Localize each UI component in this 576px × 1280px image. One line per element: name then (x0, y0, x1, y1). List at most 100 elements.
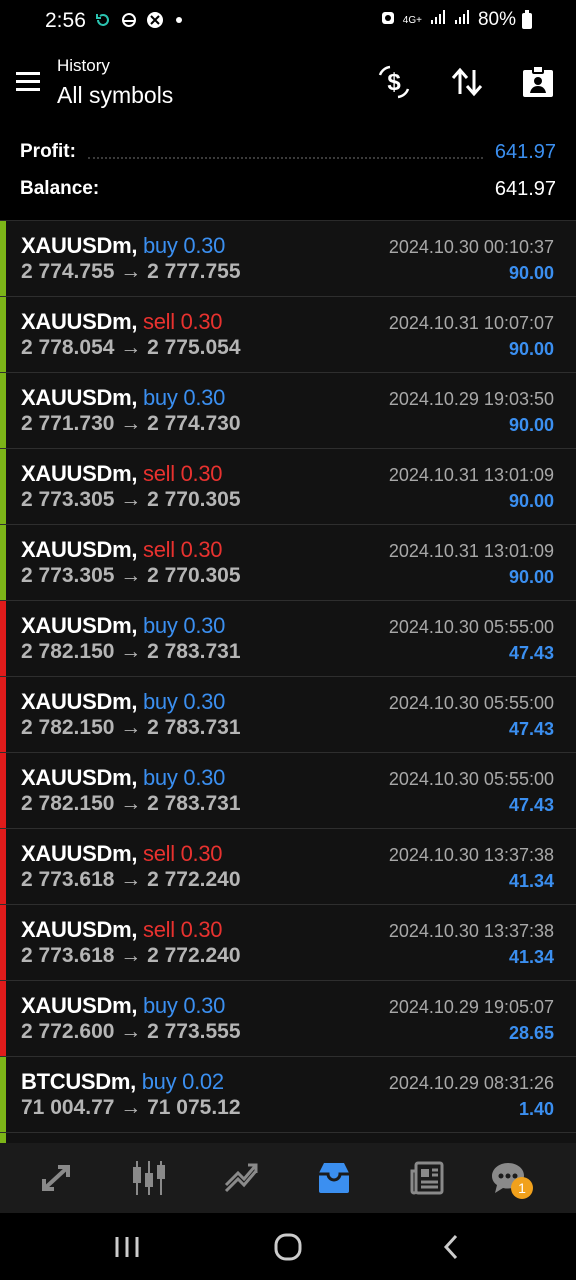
trade-result-bar (0, 981, 6, 1056)
trade-result-bar (0, 601, 6, 676)
trade-time: 2024.10.30 05:55:00 (388, 693, 554, 713)
trade-header: XAUUSDm, buy 0.30 (21, 765, 225, 791)
signal-icon-2 (454, 9, 470, 31)
trade-profit: 90.00 (508, 491, 554, 511)
trade-row[interactable]: XAUUSDm, buy 0.30 (0, 1133, 576, 1143)
trade-header: XAUUSDm, buy 0.30 (21, 233, 225, 259)
trade-header: XAUUSDm, buy 0.30 (21, 993, 225, 1019)
trade-row[interactable]: XAUUSDm, buy 0.30 2 782.150 → 2 783.731 20… (0, 601, 576, 677)
header-title[interactable]: All symbols (57, 82, 173, 109)
trade-result-bar (0, 1133, 6, 1143)
bottom-navigation: 1 (0, 1143, 576, 1213)
trade-result-bar (0, 905, 6, 980)
chart-icon[interactable] (126, 1155, 172, 1201)
quotes-icon[interactable] (34, 1155, 80, 1201)
trade-prices: 2 782.150 → 2 783.731 (21, 792, 241, 815)
trade-type: buy 0.30 (143, 689, 226, 714)
trade-prices: 2 778.054 → 2 775.054 (21, 336, 241, 359)
trade-time: 2024.10.29 19:03:50 (388, 389, 554, 409)
sync-icon (94, 11, 112, 29)
trade-type: buy 0.02 (141, 1069, 224, 1094)
trade-result-bar (0, 373, 6, 448)
trade-row[interactable]: XAUUSDm, sell 0.30 2 773.618 → 2 772.240 2… (0, 905, 576, 981)
trade-row[interactable]: XAUUSDm, buy 0.30 2 782.150 → 2 783.731 20… (0, 753, 576, 829)
recent-apps-icon[interactable] (112, 1231, 142, 1263)
trade-symbol: XAUUSDm, (21, 309, 138, 334)
trade-profit: 1.40 (518, 1099, 554, 1119)
report-icon[interactable] (518, 64, 558, 100)
trade-row[interactable]: XAUUSDm, buy 0.30 2 771.730 → 2 774.730 20… (0, 373, 576, 449)
trade-result-bar (0, 221, 6, 296)
trade-header: XAUUSDm, buy 0.30 (21, 613, 225, 639)
battery-icon (522, 10, 532, 29)
back-icon[interactable] (436, 1231, 466, 1263)
trade-row[interactable]: XAUUSDm, buy 0.30 2 782.150 → 2 783.731 20… (0, 677, 576, 753)
trade-header: XAUUSDm, sell 0.30 (21, 537, 223, 563)
trade-result-bar (0, 297, 6, 372)
trade-time: 2024.10.30 13:37:38 (388, 921, 554, 941)
trade-time: 2024.10.30 00:10:37 (388, 237, 554, 257)
trade-symbol: XAUUSDm, (21, 765, 138, 790)
trade-row[interactable]: XAUUSDm, sell 0.30 2 773.305 → 2 770.305 2… (0, 525, 576, 601)
trade-prices: 2 773.305 → 2 770.305 (21, 488, 241, 511)
trade-prices: 2 774.755 → 2 777.755 (21, 260, 241, 283)
trade-time: 2024.10.31 13:01:09 (388, 541, 554, 561)
chat-icon[interactable]: 1 (485, 1155, 533, 1201)
trade-time: 2024.10.30 05:55:00 (388, 769, 554, 789)
battery-percent: 80% (477, 9, 516, 30)
history-icon[interactable] (311, 1155, 357, 1201)
trade-row[interactable]: XAUUSDm, sell 0.30 2 773.305 → 2 770.305 2… (0, 449, 576, 525)
trade-result-bar (0, 1057, 6, 1132)
menu-icon[interactable] (16, 72, 40, 92)
trade-row[interactable]: BTCUSDm, buy 0.02 71 004.77 → 71 075.12 20… (0, 1057, 576, 1133)
trade-header: XAUUSDm, buy 0.30 (21, 689, 225, 715)
trade-symbol: XAUUSDm, (21, 613, 138, 638)
sort-icon[interactable] (447, 64, 487, 100)
trade-icon[interactable] (218, 1155, 264, 1201)
balance-value: 641.97 (494, 177, 556, 200)
trade-row[interactable]: XAUUSDm, sell 0.30 2 778.054 → 2 775.054 2… (0, 297, 576, 373)
trade-type: buy 0.30 (143, 233, 226, 258)
profit-row: Profit: 641.97 (20, 137, 556, 167)
status-bar: 2:56 4G+ 80% (0, 0, 576, 42)
trade-type: buy 0.30 (143, 613, 226, 638)
trade-prices: 2 773.618 → 2 772.240 (21, 868, 241, 891)
trade-profit: 41.34 (508, 947, 554, 967)
trade-profit: 41.34 (508, 871, 554, 891)
trade-type: buy 0.30 (143, 385, 226, 410)
trade-header: XAUUSDm, sell 0.30 (21, 461, 223, 487)
trade-type: sell 0.30 (143, 841, 223, 866)
trade-time: 2024.10.30 05:55:00 (388, 617, 554, 637)
trade-result-bar (0, 449, 6, 524)
status-right: 4G+ 80% (381, 9, 516, 31)
trade-time: 2024.10.29 08:31:26 (388, 1073, 554, 1093)
trade-row[interactable]: XAUUSDm, buy 0.30 2 774.755 → 2 777.755 20… (0, 221, 576, 297)
trade-type: buy 0.30 (143, 993, 226, 1018)
trade-prices: 2 772.600 → 2 773.555 (21, 1020, 241, 1043)
account-summary: Profit: 641.97 Balance: 641.97 (0, 128, 576, 220)
trade-symbol: XAUUSDm, (21, 233, 138, 258)
currency-exchange-icon[interactable]: $ (374, 64, 414, 100)
trade-result-bar (0, 753, 6, 828)
system-navigation-bar (0, 1213, 576, 1280)
status-notification-icons (94, 11, 182, 29)
trade-time: 2024.10.30 13:37:38 (388, 845, 554, 865)
news-icon[interactable] (404, 1155, 450, 1201)
trade-symbol: XAUUSDm, (21, 385, 138, 410)
trade-prices: 2 782.150 → 2 783.731 (21, 640, 241, 663)
trade-result-bar (0, 829, 6, 904)
trade-symbol: XAUUSDm, (21, 917, 138, 942)
home-icon[interactable] (272, 1231, 304, 1263)
trade-row[interactable]: XAUUSDm, buy 0.30 2 772.600 → 2 773.555 20… (0, 981, 576, 1057)
dotted-leader (87, 145, 483, 159)
trade-result-bar (0, 677, 6, 752)
trade-history-list[interactable]: XAUUSDm, buy 0.30 2 774.755 → 2 777.755 20… (0, 220, 576, 1143)
trade-row[interactable]: XAUUSDm, sell 0.30 2 773.618 → 2 772.240 2… (0, 829, 576, 905)
app-header: History All symbols $ (0, 42, 576, 128)
profit-label: Profit: (20, 141, 76, 162)
trade-profit: 47.43 (508, 719, 554, 739)
trade-prices: 2 773.305 → 2 770.305 (21, 564, 241, 587)
trade-profit: 90.00 (508, 263, 554, 283)
trade-symbol: XAUUSDm, (21, 689, 138, 714)
trade-result-bar (0, 525, 6, 600)
